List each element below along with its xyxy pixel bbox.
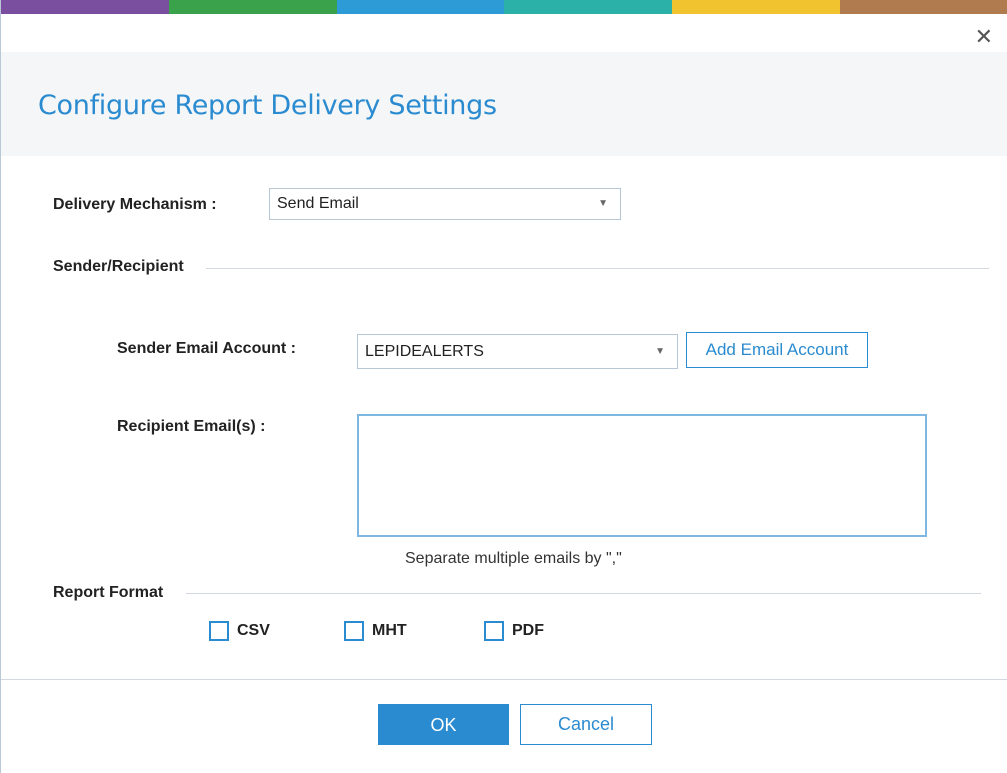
dialog-title: Configure Report Delivery Settings (38, 90, 497, 121)
color-strip-segment (1, 0, 169, 14)
sender-email-label: Sender Email Account : (117, 340, 296, 357)
recipient-email-label: Recipient Email(s) : (117, 418, 266, 435)
cancel-button[interactable]: Cancel (520, 704, 652, 745)
section-divider (206, 268, 989, 269)
close-icon[interactable]: ✕ (975, 26, 993, 48)
section-divider (186, 593, 981, 594)
delivery-mechanism-select[interactable]: Send Email ▼ (269, 188, 621, 220)
color-strip-segment (336, 0, 505, 14)
color-strip (1, 0, 1007, 14)
mht-checkbox[interactable] (344, 621, 364, 641)
delivery-mechanism-value: Send Email (277, 195, 359, 212)
pdf-option[interactable]: PDF (484, 621, 544, 641)
csv-option[interactable]: CSV (209, 621, 270, 641)
csv-label: CSV (237, 622, 270, 639)
sender-email-value: LEPIDEALERTS (365, 343, 484, 360)
delivery-mechanism-label: Delivery Mechanism : (53, 196, 217, 213)
sender-email-select[interactable]: LEPIDEALERTS ▼ (357, 334, 678, 369)
color-strip-segment (168, 0, 337, 14)
report-delivery-dialog: ✕ Configure Report Delivery Settings Del… (0, 0, 1007, 773)
mht-option[interactable]: MHT (344, 621, 407, 641)
chevron-down-icon: ▼ (598, 198, 608, 209)
color-strip-segment (672, 0, 841, 14)
pdf-checkbox[interactable] (484, 621, 504, 641)
report-format-heading: Report Format (53, 584, 166, 602)
csv-checkbox[interactable] (209, 621, 229, 641)
recipient-email-field[interactable] (357, 414, 927, 537)
footer-divider (1, 679, 1007, 680)
sender-recipient-heading: Sender/Recipient (53, 258, 186, 276)
recipient-hint: Separate multiple emails by "," (405, 550, 622, 567)
ok-button[interactable]: OK (378, 704, 509, 745)
color-strip-segment (840, 0, 1007, 14)
add-email-account-button[interactable]: Add Email Account (686, 332, 868, 368)
mht-label: MHT (372, 622, 407, 639)
pdf-label: PDF (512, 622, 544, 639)
chevron-down-icon: ▼ (655, 346, 665, 357)
color-strip-segment (504, 0, 673, 14)
